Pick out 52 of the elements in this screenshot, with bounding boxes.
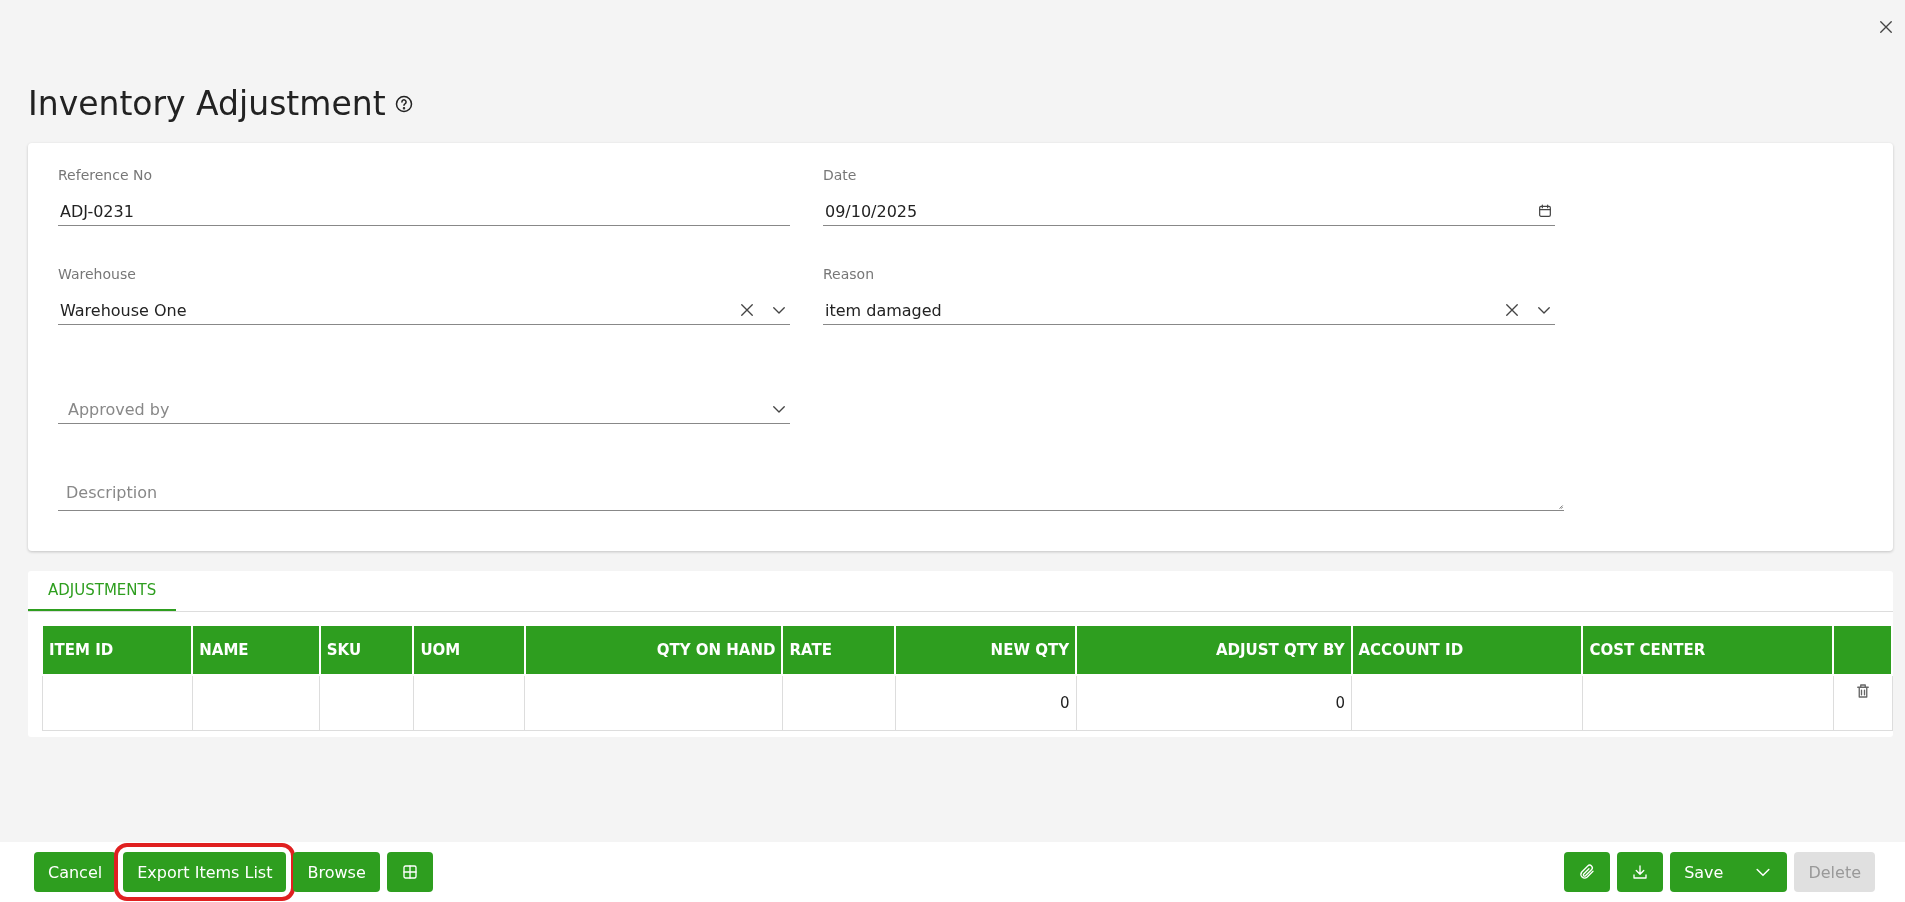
column-header: SKU [319,625,414,675]
column-header: COST CENTER [1582,625,1834,675]
field-value: ADJ-0231 [60,201,135,221]
table-cell[interactable]: 0 [1076,675,1352,731]
select-field[interactable]: item damaged [823,296,1555,325]
column-header: NEW QTY [895,625,1077,675]
tab[interactable]: ADJUSTMENTS [28,571,177,611]
table-cell[interactable] [319,675,414,731]
column-header: ACCOUNT ID [1351,625,1583,675]
close-icon [1877,18,1895,36]
page-title: Inventory Adjustment [28,84,386,123]
field-label: Reason [823,266,876,282]
select-field[interactable]: Approved by [58,395,790,424]
field-label: Warehouse [58,266,137,282]
column-header: QTY ON HAND [524,625,783,675]
help-icon [393,93,414,114]
field-placeholder: Description [65,483,159,504]
column-header: NAME [192,625,320,675]
save-button[interactable]: Save [1670,852,1788,892]
table-cell[interactable] [413,675,525,731]
table-cell[interactable] [42,675,193,731]
grid-button[interactable] [386,852,433,892]
field-label: Date [823,167,858,183]
date-field[interactable]: 09/10/2025 [823,197,1555,226]
column-header: UOM [413,625,525,675]
column-header: RATE [782,625,895,675]
calendar-icon [1537,203,1553,219]
field-label: Reference No [58,167,153,183]
table-cell[interactable]: 0 [895,675,1077,731]
input-field[interactable]: ADJ-0231 [58,197,790,226]
description-field[interactable]: Description [58,480,1564,511]
download-button[interactable] [1617,852,1664,892]
field-placeholder: Approved by [67,399,171,419]
table-cell[interactable] [1351,675,1583,731]
column-header: ADJUST QTY BY [1076,625,1352,675]
clear-icon [738,301,756,319]
select-field[interactable]: Warehouse One [58,296,790,325]
field-value: Warehouse One [60,300,188,320]
column-header: ITEM ID [42,625,193,675]
attach-button[interactable] [1564,852,1611,892]
download-icon [1631,863,1650,881]
paperclip-icon [1578,863,1597,881]
table-cell[interactable] [1582,675,1834,731]
field-value: 09/10/2025 [825,201,919,221]
table-cell[interactable] [192,675,320,731]
field-value: item damaged [825,300,943,320]
table-cell[interactable] [524,675,783,731]
clear-icon [1503,301,1521,319]
table-cell[interactable] [782,675,895,731]
footer-button[interactable]: Browse [293,852,380,892]
footer-button[interactable]: Cancel [34,852,117,892]
grid-icon [400,863,419,881]
